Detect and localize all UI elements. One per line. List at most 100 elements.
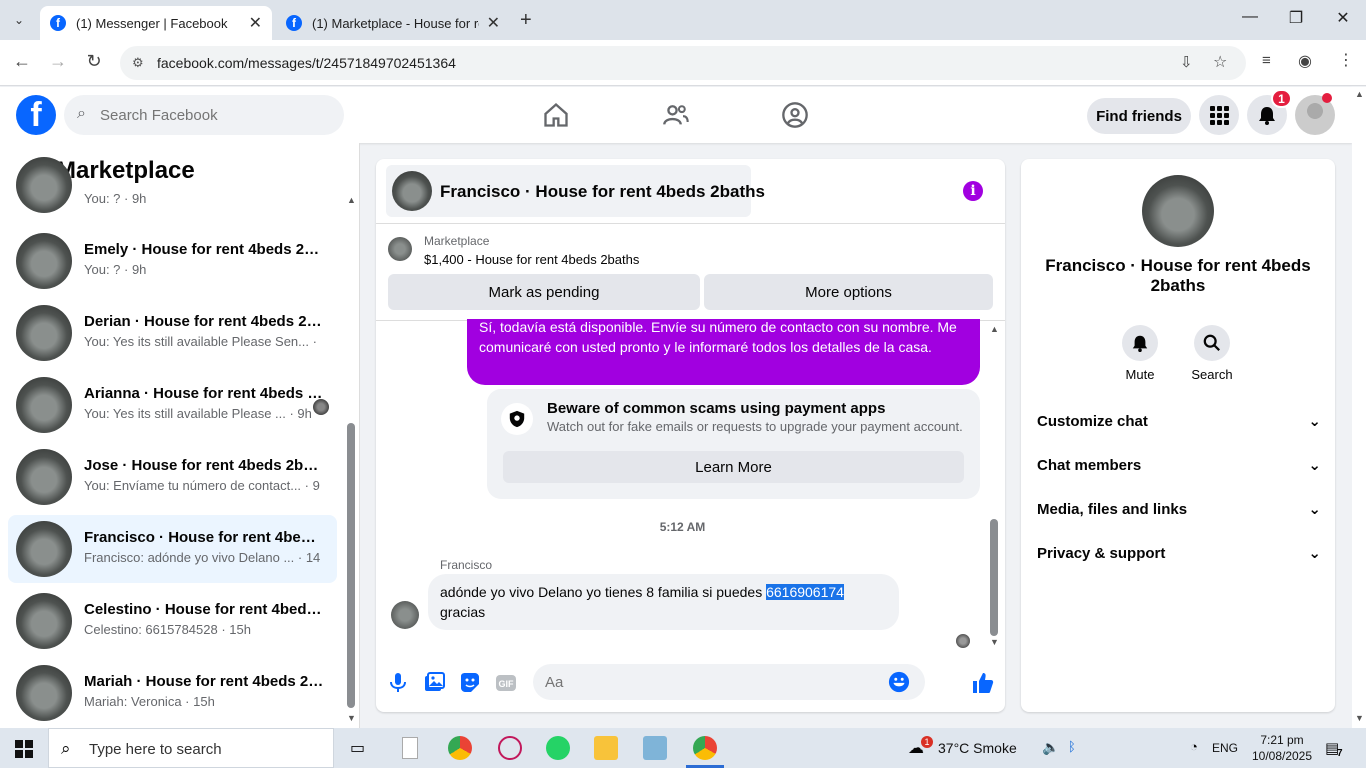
avatar — [16, 157, 72, 213]
tab-title: (1) Messenger | Facebook — [76, 15, 228, 31]
page-scrollbar[interactable]: ▲ ▼ — [1352, 87, 1366, 728]
message-input-wrap[interactable] — [533, 664, 925, 700]
shield-icon — [501, 403, 533, 435]
media-control-icon[interactable]: ≡ — [1262, 52, 1271, 69]
mark-pending-button[interactable]: Mark as pending — [388, 274, 700, 310]
restore-button[interactable]: ❐ — [1284, 8, 1308, 28]
sender-avatar[interactable] — [391, 601, 419, 629]
forward-button[interactable]: → — [46, 51, 70, 72]
install-app-icon[interactable]: ⇩ — [1180, 53, 1193, 71]
windows-start-icon[interactable] — [15, 740, 33, 758]
scroll-up-icon[interactable]: ▲ — [347, 195, 356, 205]
tab-title: (1) Marketplace - House for rent — [312, 15, 479, 31]
emoji-icon[interactable] — [888, 671, 910, 693]
bluetooth-icon[interactable]: ᛒ — [1068, 739, 1076, 754]
conversation-name: Mariah · House for rent 4beds 2baths — [84, 673, 324, 690]
volume-icon[interactable]: 🔈 — [1042, 739, 1059, 756]
selected-phone-number[interactable]: 6616906174 — [766, 584, 844, 600]
address-bar[interactable]: ⚙ facebook.com/messages/t/24571849702451… — [120, 46, 1246, 80]
conversation-item[interactable]: Francisco · House for rent 4beds 2baths F… — [8, 515, 337, 583]
site-info-icon[interactable]: ⚙ — [132, 55, 144, 71]
facebook-search-input[interactable] — [100, 95, 330, 135]
photo-icon[interactable] — [422, 671, 446, 695]
task-view-icon[interactable]: ▭ — [350, 738, 365, 758]
conversation-snippet: You: ? · 9h — [84, 191, 147, 206]
app-icon[interactable] — [643, 736, 667, 760]
conversation-sidebar: ⬅ Marketplace You: ? · 9h Emely · House … — [0, 143, 360, 728]
bell-icon — [1122, 325, 1158, 361]
sidebar-scrollbar[interactable] — [347, 423, 355, 708]
scroll-down-icon[interactable]: ▼ — [347, 713, 356, 723]
avatar — [16, 233, 72, 289]
conversation-item[interactable]: Mariah · House for rent 4beds 2baths Mari… — [8, 659, 337, 727]
more-options-button[interactable]: More options — [704, 274, 993, 310]
contact-avatar[interactable] — [1142, 175, 1214, 247]
close-tab-icon[interactable]: ✕ — [249, 13, 262, 33]
scroll-down-icon[interactable]: ▼ — [990, 637, 999, 647]
listing-title[interactable]: $1,400 - House for rent 4beds 2baths — [424, 252, 639, 267]
scroll-up-icon[interactable]: ▲ — [1355, 89, 1364, 99]
avatar — [16, 449, 72, 505]
menu-kebab-icon[interactable]: ⋮ — [1338, 50, 1354, 70]
chat-header[interactable]: Francisco · House for rent 4beds 2baths — [386, 165, 765, 217]
new-tab-button[interactable]: + — [520, 9, 532, 32]
sticker-icon[interactable] — [458, 671, 482, 695]
thumbs-up-icon[interactable] — [971, 671, 995, 695]
clock[interactable]: 7:21 pm 10/08/2025 — [1250, 732, 1314, 764]
conversation-item[interactable]: Celestino · House for rent 4beds 2baths C… — [8, 587, 337, 655]
conversation-item[interactable]: You: ? · 9h — [8, 157, 337, 213]
groups-icon[interactable] — [781, 101, 809, 129]
snipping-tool-icon[interactable] — [498, 736, 522, 760]
svg-text:GIF: GIF — [499, 679, 515, 689]
bookmark-star-icon[interactable]: ☆ — [1213, 52, 1227, 72]
home-icon[interactable] — [542, 101, 570, 129]
conversation-item[interactable]: Arianna · House for rent 4beds 2baths You… — [8, 371, 337, 439]
conversation-item[interactable]: Jose · House for rent 4beds 2baths You: E… — [8, 443, 337, 511]
tab-search-button[interactable]: ⌄ — [8, 9, 30, 31]
chat-scrollbar[interactable] — [990, 519, 998, 636]
facebook-search[interactable]: ⌕ — [64, 95, 344, 135]
whatsapp-icon[interactable] — [546, 736, 570, 760]
gif-icon[interactable]: GIF — [494, 671, 518, 695]
info-icon[interactable]: i — [963, 181, 983, 201]
conversation-name: Jose · House for rent 4beds 2baths — [84, 457, 324, 474]
chrome-active-icon[interactable] — [693, 736, 717, 760]
tab-messenger[interactable]: f (1) Messenger | Facebook ✕ — [40, 6, 272, 40]
chat-members-section[interactable]: Chat members ⌄ — [1037, 447, 1321, 483]
close-window-button[interactable]: ✕ — [1331, 8, 1355, 28]
search-in-chat-button[interactable]: Search — [1182, 325, 1242, 382]
chevron-down-icon: ⌄ — [1308, 457, 1321, 474]
file-app-icon[interactable] — [402, 737, 418, 759]
scroll-down-icon[interactable]: ▼ — [1355, 713, 1364, 723]
scroll-up-icon[interactable]: ▲ — [990, 324, 999, 334]
conversation-item[interactable]: Derian · House for rent 4beds 2baths You:… — [8, 299, 337, 367]
profile-icon[interactable]: ◉ — [1298, 51, 1312, 71]
listing-thumbnail[interactable] — [388, 237, 412, 261]
friends-icon[interactable] — [662, 101, 690, 129]
search-icon: ⌕ — [61, 739, 71, 758]
menu-button[interactable] — [1199, 95, 1239, 135]
weather-text[interactable]: 37°C Smoke — [938, 740, 1017, 756]
language-indicator[interactable]: ENG — [1212, 741, 1238, 755]
media-files-section[interactable]: Media, files and links ⌄ — [1037, 491, 1321, 527]
minimize-button[interactable]: — — [1238, 8, 1262, 26]
learn-more-button[interactable]: Learn More — [503, 451, 964, 483]
chevron-down-icon: ⌄ — [1308, 545, 1321, 562]
mute-button[interactable]: Mute — [1110, 325, 1170, 382]
facebook-logo-icon[interactable]: f — [16, 95, 56, 135]
customize-chat-section[interactable]: Customize chat ⌄ — [1037, 403, 1321, 439]
taskbar-search[interactable]: ⌕ Type here to search — [48, 728, 334, 768]
chrome-icon[interactable] — [448, 736, 472, 760]
reload-button[interactable]: ↻ — [82, 51, 106, 72]
close-tab-icon[interactable]: ✕ — [487, 13, 500, 33]
privacy-support-section[interactable]: Privacy & support ⌄ — [1037, 535, 1321, 571]
find-friends-button[interactable]: Find friends — [1087, 98, 1191, 134]
wifi-icon[interactable]: ◔ — [1190, 739, 1198, 754]
marketplace-label: Marketplace — [424, 234, 490, 248]
conversation-item[interactable]: Emely · House for rent 4beds 2baths You: … — [8, 227, 337, 295]
back-button[interactable]: ← — [10, 51, 34, 72]
message-input[interactable] — [545, 664, 885, 700]
microphone-icon[interactable] — [386, 671, 410, 695]
tab-marketplace[interactable]: f (1) Marketplace - House for rent ✕ — [276, 6, 510, 40]
file-explorer-icon[interactable] — [594, 736, 618, 760]
